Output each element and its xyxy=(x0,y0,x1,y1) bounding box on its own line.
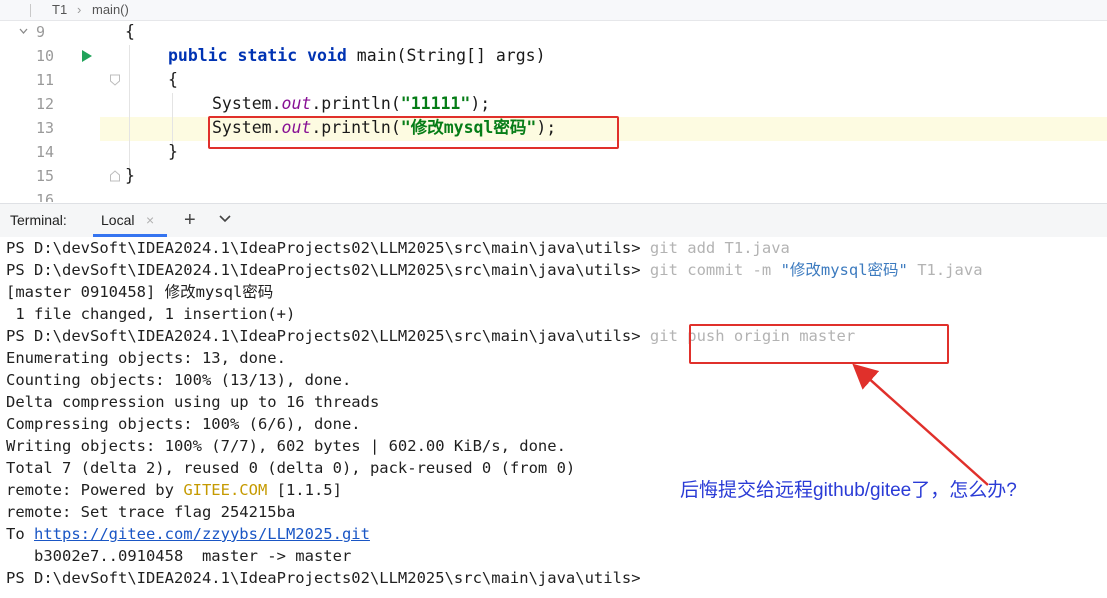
breadcrumb-gutter xyxy=(20,0,42,20)
tab-local[interactable]: Local × xyxy=(91,204,169,237)
breadcrumb-class[interactable]: T1 xyxy=(52,2,67,17)
command: git add T1.java xyxy=(649,239,790,257)
code-text: } xyxy=(125,166,135,185)
chevron-down-icon[interactable] xyxy=(19,21,28,44)
add-tab-button[interactable]: + xyxy=(184,209,196,232)
breadcrumb: T1 › main() xyxy=(0,0,1107,21)
terminal-line: Enumerating objects: 13, done. xyxy=(6,349,286,367)
code-text: .println( xyxy=(311,94,401,113)
code-text: } xyxy=(168,142,178,161)
line-number[interactable]: 15 xyxy=(36,164,68,188)
terminal-line: Counting objects: 100% (13/13), done. xyxy=(6,371,352,389)
keyword: static xyxy=(237,46,298,65)
terminal-line: Compressing objects: 100% (6/6), done. xyxy=(6,415,361,433)
code-line-15[interactable]: } xyxy=(125,164,135,188)
breadcrumb-method[interactable]: main() xyxy=(92,2,129,17)
prompt: PS D:\devSoft\IDEA2024.1\IdeaProjects02\… xyxy=(6,327,650,345)
line-number[interactable]: 14 xyxy=(36,140,68,164)
terminal-line: 1 file changed, 1 insertion(+) xyxy=(6,305,296,323)
highlight-box-code-line xyxy=(208,116,619,149)
terminal-text: To xyxy=(6,525,34,543)
terminal-toolbar: Terminal: Local × + xyxy=(0,203,1107,237)
code-editor[interactable]: 9 10 11 12 13 14 15 16 { public static v… xyxy=(0,21,1107,203)
gitee-brand: GITEE.COM xyxy=(183,481,268,499)
line-number[interactable]: 9 xyxy=(36,21,68,44)
code-line-14[interactable]: } xyxy=(168,140,178,164)
terminal-line: PS D:\devSoft\IDEA2024.1\IdeaProjects02\… xyxy=(6,259,983,281)
keyword: void xyxy=(307,46,347,65)
terminal-line: PS D:\devSoft\IDEA2024.1\IdeaProjects02\… xyxy=(6,237,790,259)
command: T1.java xyxy=(907,261,983,279)
terminal-text: remote: Powered by xyxy=(6,481,184,499)
tab-local-label: Local xyxy=(101,212,135,228)
line-number[interactable]: 11 xyxy=(36,68,68,92)
terminal-label: Terminal: xyxy=(10,212,67,228)
line-number[interactable]: 13 xyxy=(36,116,68,140)
line-number[interactable]: 12 xyxy=(36,92,68,116)
breadcrumb-separator: › xyxy=(77,2,82,17)
terminal-line: b3002e7..0910458 master -> master xyxy=(6,547,352,565)
code-text: { xyxy=(168,70,178,89)
run-icon[interactable] xyxy=(81,44,93,68)
code-line-9[interactable]: { xyxy=(125,21,135,44)
terminal-line: PS D:\devSoft\IDEA2024.1\IdeaProjects02\… xyxy=(6,567,650,589)
code-line-11[interactable]: { xyxy=(168,68,178,92)
code-text: System. xyxy=(212,94,282,113)
static-field: out xyxy=(281,94,312,113)
terminal-line: remote: Powered by GITEE.COM [1.1.5] xyxy=(6,479,342,501)
code-text: ); xyxy=(470,94,491,113)
terminal-line: To https://gitee.com/zzyybs/LLM2025.git xyxy=(6,523,370,545)
prompt: PS D:\devSoft\IDEA2024.1\IdeaProjects02\… xyxy=(6,261,650,279)
indent-guide xyxy=(129,45,130,177)
line-number[interactable]: 10 xyxy=(36,44,68,68)
repo-link[interactable]: https://gitee.com/zzyybs/LLM2025.git xyxy=(34,525,370,543)
terminal-line: remote: Set trace flag 254215ba xyxy=(6,503,296,521)
prompt: PS D:\devSoft\IDEA2024.1\IdeaProjects02\… xyxy=(6,239,650,257)
close-icon[interactable]: × xyxy=(146,212,154,228)
keyword: public xyxy=(168,46,228,65)
terminal-line: Total 7 (delta 2), reused 0 (delta 0), p… xyxy=(6,459,576,477)
terminal-line: Delta compression using up to 16 threads xyxy=(6,393,380,411)
annotation-note: 后悔提交给远程github/gitee了，怎么办? xyxy=(680,480,1017,501)
code-text: main(String[] args) xyxy=(346,46,546,65)
terminal-line: Writing objects: 100% (7/7), 602 bytes |… xyxy=(6,437,566,455)
terminal-output[interactable]: PS D:\devSoft\IDEA2024.1\IdeaProjects02\… xyxy=(0,237,1107,598)
code-line-12[interactable]: System.out.println("11111"); xyxy=(212,92,490,116)
terminal-text: [1.1.5] xyxy=(267,481,342,499)
code-line-10[interactable]: public static void main(String[] args) xyxy=(168,44,546,68)
terminal-line: [master 0910458] 修改mysql密码 xyxy=(6,283,274,301)
string-literal: "11111" xyxy=(400,94,471,113)
fold-end-icon[interactable] xyxy=(109,164,121,188)
fold-start-icon[interactable] xyxy=(109,68,121,92)
code-text: { xyxy=(125,22,135,41)
prompt: PS D:\devSoft\IDEA2024.1\IdeaProjects02\… xyxy=(6,569,650,587)
command-message: "修改mysql密码" xyxy=(780,261,908,279)
line-number[interactable]: 16 xyxy=(36,188,68,202)
command: git commit -m xyxy=(649,261,781,279)
chevron-down-icon[interactable] xyxy=(218,214,232,224)
